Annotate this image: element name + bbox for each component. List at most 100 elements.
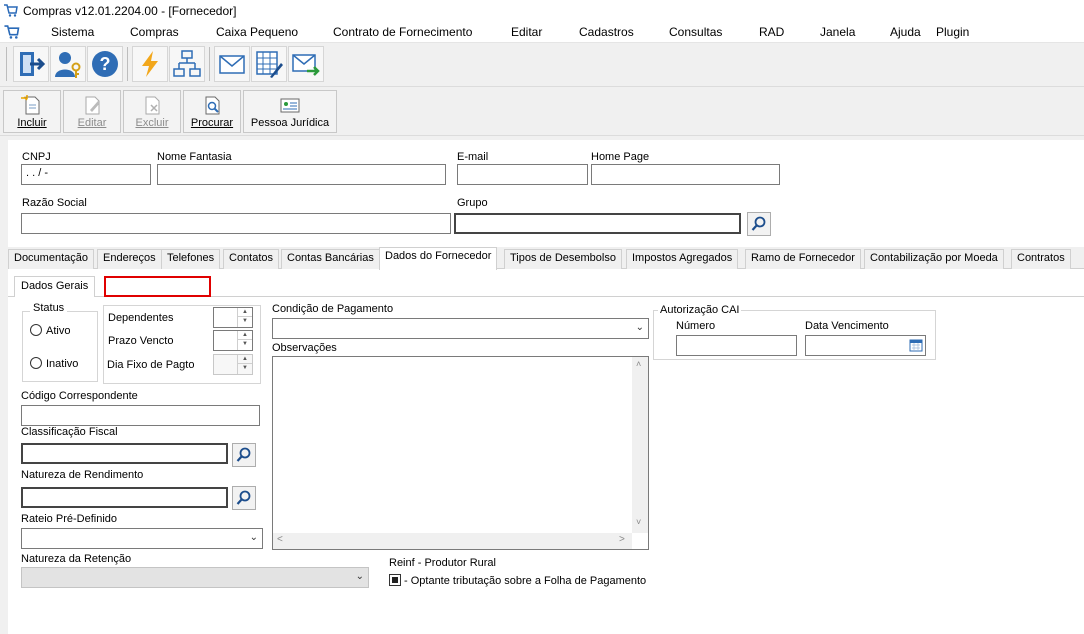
prazo-vencto-spinner[interactable]: ▲ ▼ [213, 330, 253, 351]
spinner-arrows[interactable]: ▲ ▼ [237, 355, 252, 374]
ativo-radio[interactable] [30, 324, 42, 336]
spreadsheet-edit-button[interactable] [251, 46, 287, 82]
scroll-right-icon[interactable]: > [619, 534, 625, 545]
menu-consultas[interactable]: Consultas [669, 25, 722, 39]
grupo-field[interactable] [454, 213, 741, 234]
tab-enderecos[interactable]: Endereços [97, 249, 162, 269]
procurar-label: Procurar [190, 117, 234, 129]
menu-bar: Sistema Compras Caixa Pequeno Contrato d… [0, 22, 1084, 43]
email-field[interactable] [457, 164, 588, 185]
excluir-button[interactable]: Excluir [123, 90, 181, 133]
cnpj-field[interactable]: . . / - [21, 164, 151, 185]
reinf-title: Reinf - Produtor Rural [389, 557, 496, 569]
menu-compras[interactable]: Compras [130, 25, 179, 39]
tab-documentacao[interactable]: Documentação [8, 249, 94, 269]
menu-caixa-pequeno[interactable]: Caixa Pequeno [216, 25, 298, 39]
excluir-label: Excluir [135, 117, 169, 129]
nome-fantasia-field[interactable] [157, 164, 446, 185]
user-key-button[interactable] [50, 46, 86, 82]
grupo-search-button[interactable] [747, 212, 771, 236]
natureza-retencao-combo[interactable]: ⌄ [21, 567, 369, 588]
calendar-icon[interactable] [909, 338, 923, 352]
id-card-icon [280, 98, 300, 113]
horizontal-scrollbar[interactable]: < > [273, 533, 632, 549]
cart-icon[interactable] [4, 25, 20, 39]
menu-contrato-fornecimento[interactable]: Contrato de Fornecimento [333, 25, 472, 39]
menu-janela[interactable]: Janela [820, 25, 855, 39]
classificacao-fiscal-field[interactable] [21, 443, 228, 464]
classificacao-fiscal-label: Classificação Fiscal [21, 426, 118, 438]
actions-toolbar: Incluir Editar Excluir Procurar Pessoa J… [0, 88, 1084, 136]
spinner-arrows[interactable]: ▲ ▼ [237, 308, 252, 327]
chevron-down-icon: ⌄ [355, 571, 364, 582]
menu-plugin[interactable]: Plugin [936, 25, 969, 39]
status-title: Status [30, 302, 68, 314]
tab-telefones[interactable]: Telefones [161, 249, 221, 269]
mail-icon [219, 55, 245, 74]
tab-impostos-agregados[interactable]: Impostos Agregados [626, 249, 739, 269]
vertical-scrollbar[interactable]: ˄ ˅ [632, 357, 648, 533]
tab-contatos[interactable]: Contatos [223, 249, 280, 269]
inativo-label: Inativo [46, 358, 79, 370]
search-icon [236, 447, 251, 462]
procurar-button[interactable]: Procurar [183, 90, 241, 133]
tab-strip: Documentação Endereços Telefones Contato… [8, 247, 1084, 270]
mail-button[interactable] [214, 46, 250, 82]
tab-dados-do-fornecedor[interactable]: Dados do Fornecedor [379, 247, 498, 270]
tab-contratos[interactable]: Contratos [1011, 249, 1071, 269]
condicao-pagamento-combo[interactable]: ⌄ [272, 318, 649, 339]
pessoa-juridica-button[interactable]: Pessoa Jurídica [243, 90, 337, 133]
home-page-field[interactable] [591, 164, 780, 185]
natureza-retencao-label: Natureza da Retenção [21, 553, 132, 565]
help-button[interactable]: ? [87, 46, 123, 82]
codigo-correspondente-field[interactable] [21, 405, 260, 426]
toolbar-separator [209, 47, 210, 81]
cnpj-label: CNPJ [22, 151, 51, 163]
lightning-icon [142, 51, 158, 77]
incluir-button[interactable]: Incluir [3, 90, 61, 133]
tab-contas-bancarias[interactable]: Contas Bancárias [281, 249, 380, 269]
razao-social-label: Razão Social [22, 197, 87, 209]
dependentes-spinner[interactable]: ▲ ▼ [213, 307, 253, 328]
editar-button[interactable]: Editar [63, 90, 121, 133]
window-title: Compras v12.01.2204.00 - [Fornecedor] [23, 4, 237, 18]
dia-fixo-spinner[interactable]: ▲ ▼ [213, 354, 253, 375]
exit-button[interactable] [13, 46, 49, 82]
menu-rad[interactable]: RAD [759, 25, 784, 39]
org-chart-icon [173, 50, 201, 77]
menu-ajuda[interactable]: Ajuda [890, 25, 921, 39]
scroll-up-icon[interactable]: ˄ [636, 359, 641, 369]
mail-forward-button[interactable] [288, 46, 324, 82]
natureza-rendimento-field[interactable] [21, 487, 228, 508]
menu-sistema[interactable]: Sistema [51, 25, 94, 39]
reinf-checkbox[interactable] [389, 574, 401, 586]
user-key-icon [55, 52, 81, 78]
rateio-combo[interactable]: ⌄ [21, 528, 263, 549]
cai-data-vencimento-field[interactable] [805, 335, 926, 356]
condicao-pagamento-label: Condição de Pagamento [272, 303, 394, 315]
natureza-rendimento-search-button[interactable] [232, 486, 256, 510]
lightning-button[interactable] [132, 46, 168, 82]
subtab-dados-gerais[interactable]: Dados Gerais [14, 276, 96, 297]
menu-editar[interactable]: Editar [511, 25, 542, 39]
highlighted-empty-subtab[interactable] [104, 276, 211, 297]
tab-ramo-de-fornecedor[interactable]: Ramo de Fornecedor [745, 249, 861, 269]
rateio-label: Rateio Pré-Definido [21, 513, 117, 525]
org-chart-button[interactable] [169, 46, 205, 82]
inativo-radio[interactable] [30, 357, 42, 369]
cai-numero-label: Número [676, 320, 716, 332]
classificacao-fiscal-search-button[interactable] [232, 443, 256, 467]
observacoes-label: Observações [272, 342, 337, 354]
ativo-label: Ativo [46, 325, 71, 337]
toolbar-separator [127, 47, 128, 81]
cai-numero-field[interactable] [676, 335, 797, 356]
scroll-down-icon[interactable]: ˅ [636, 517, 641, 527]
menu-cadastros[interactable]: Cadastros [579, 25, 634, 39]
spinner-arrows[interactable]: ▲ ▼ [237, 331, 252, 350]
observacoes-textarea[interactable]: ˄ ˅ < > [272, 356, 649, 550]
tab-contabilizacao-por-moeda[interactable]: Contabilização por Moeda [864, 249, 1004, 269]
tab-tipos-de-desembolso[interactable]: Tipos de Desembolso [504, 249, 622, 269]
razao-social-field[interactable] [21, 213, 451, 234]
title-bar: Compras v12.01.2204.00 - [Fornecedor] [0, 0, 1084, 22]
scroll-left-icon[interactable]: < [277, 534, 283, 545]
